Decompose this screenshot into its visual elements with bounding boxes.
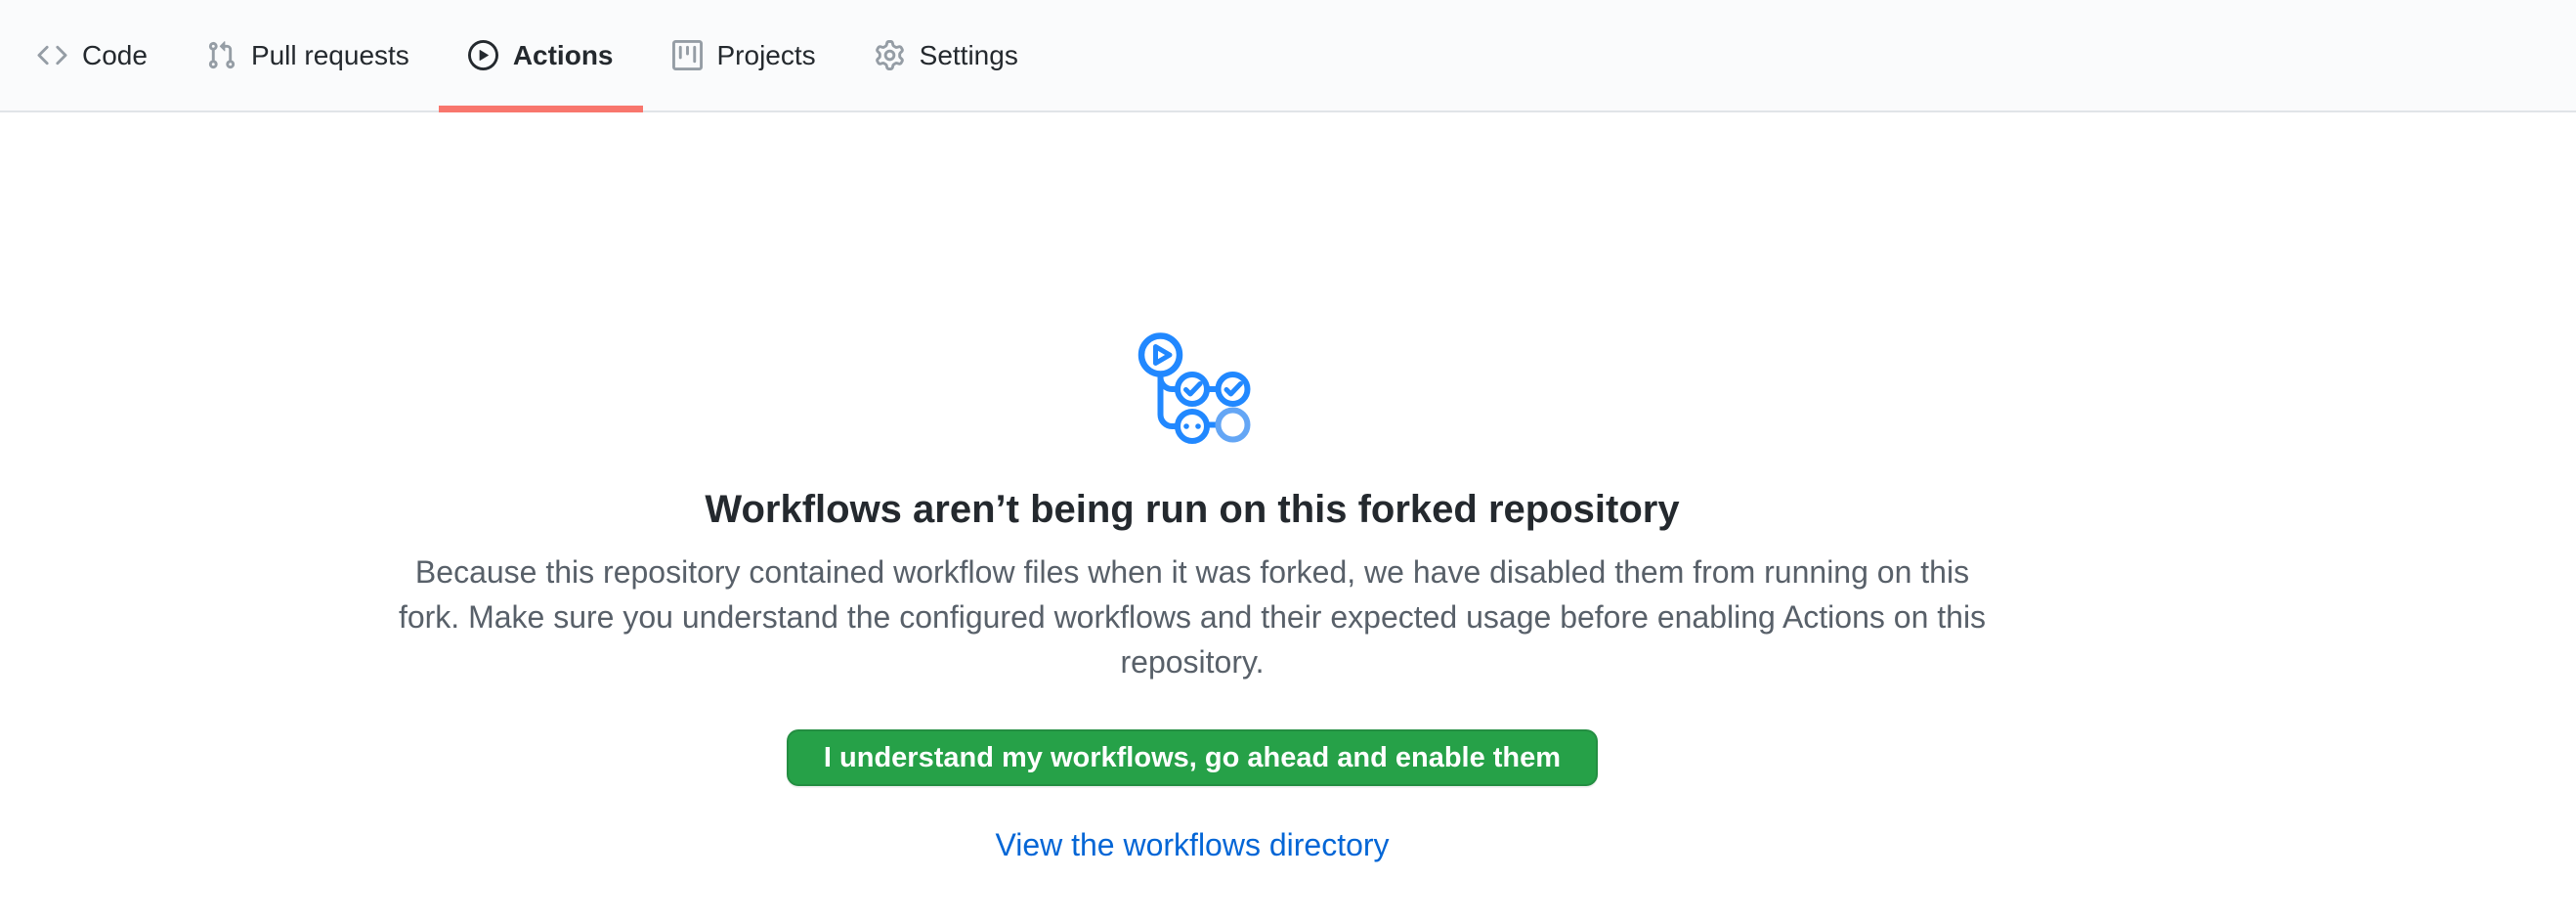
enable-workflows-button[interactable]: I understand my workflows, go ahead and … <box>787 729 1598 786</box>
actions-workflow-illustration-icon <box>1134 326 1251 444</box>
tab-settings-label: Settings <box>920 42 1018 69</box>
blankslate-description: Because this repository contained workfl… <box>391 549 1994 684</box>
tab-pull-requests[interactable]: Pull requests <box>177 0 439 110</box>
code-icon <box>37 40 67 70</box>
play-icon <box>468 40 498 70</box>
view-workflows-directory-link[interactable]: View the workflows directory <box>995 827 1389 863</box>
git-pull-request-icon <box>206 40 236 70</box>
tab-code-label: Code <box>82 42 148 69</box>
repo-tab-bar: Code Pull requests Actions Projects Sett… <box>0 0 2576 112</box>
tab-actions[interactable]: Actions <box>439 0 643 110</box>
tab-pull-requests-label: Pull requests <box>251 42 409 69</box>
page-title: Workflows aren’t being run on this forke… <box>705 485 1679 534</box>
gear-icon <box>875 40 905 70</box>
actions-blankslate: Workflows aren’t being run on this forke… <box>0 112 2384 863</box>
tab-projects-label: Projects <box>717 42 816 69</box>
tab-code[interactable]: Code <box>8 0 177 110</box>
tab-actions-label: Actions <box>513 42 614 69</box>
tab-settings[interactable]: Settings <box>845 0 1048 110</box>
tab-projects[interactable]: Projects <box>643 0 845 110</box>
project-icon <box>672 40 703 70</box>
